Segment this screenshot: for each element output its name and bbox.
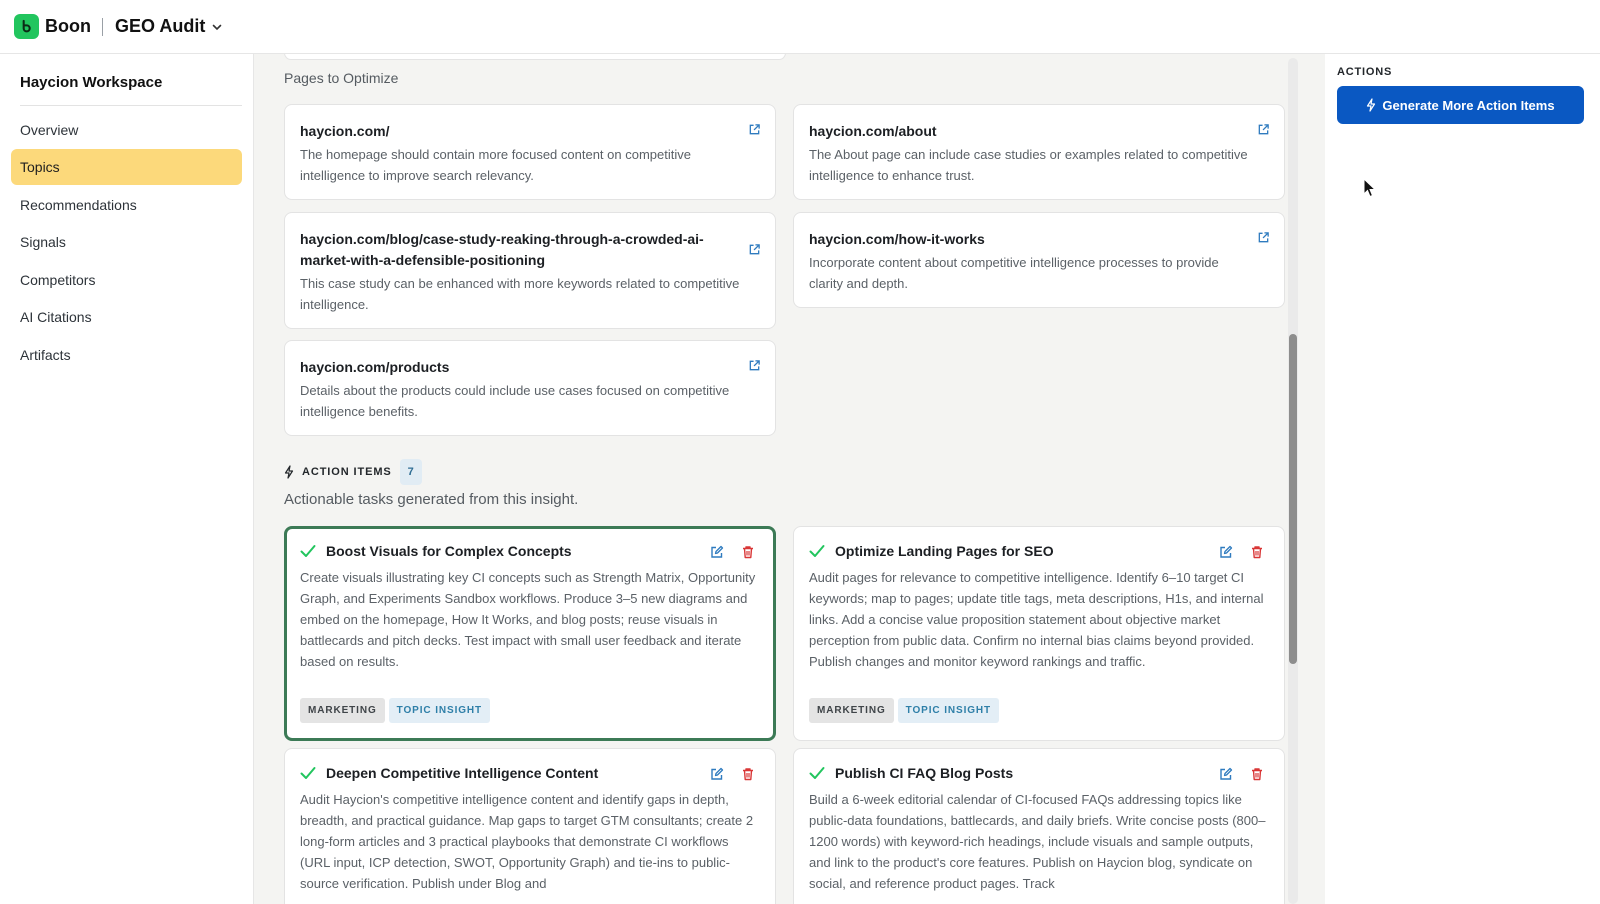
action-items-label: ACTION ITEMS	[302, 466, 392, 478]
page-url: haycion.com/blog/case-study-reaking-thro…	[300, 231, 704, 268]
page-card[interactable]: haycion.com/how-it-works Incorporate con…	[793, 212, 1285, 308]
lightning-icon	[284, 465, 294, 479]
action-description: Audit pages for relevance to competitive…	[809, 570, 1264, 669]
edit-icon[interactable]	[710, 767, 724, 781]
action-title: Deepen Competitive Intelligence Content	[326, 765, 599, 781]
external-link-icon[interactable]	[748, 243, 761, 256]
project-name: GEO Audit	[114, 16, 206, 36]
title-divider	[101, 17, 103, 36]
page-description: The homepage should contain more focused…	[300, 147, 691, 183]
action-card[interactable]: Boost Visuals for Complex Concepts Creat…	[284, 526, 776, 741]
mouse-cursor-icon	[1363, 178, 1377, 198]
check-icon	[300, 545, 316, 557]
page-url: haycion.com/	[300, 123, 390, 139]
edit-icon[interactable]	[1219, 545, 1233, 559]
tag-topic-insight: TOPIC INSIGHT	[897, 698, 1000, 723]
external-link-icon[interactable]	[1257, 123, 1270, 136]
page-card[interactable]: haycion.com/ The homepage should contain…	[284, 104, 776, 200]
sidebar: Haycion Workspace Overview Topics Recomm…	[0, 54, 254, 904]
trash-icon[interactable]	[1250, 767, 1264, 781]
page-url: haycion.com/products	[300, 359, 450, 375]
action-items-subtitle: Actionable tasks generated from this ins…	[284, 491, 579, 508]
sidebar-item-signals[interactable]: Signals	[11, 224, 242, 260]
sidebar-item-competitors[interactable]: Competitors	[11, 262, 242, 298]
generate-action-items-button[interactable]: Generate More Action Items	[1337, 86, 1584, 124]
pages-section-label: Pages to Optimize	[284, 70, 399, 86]
page-card[interactable]: haycion.com/blog/case-study-reaking-thro…	[284, 212, 776, 329]
trash-icon[interactable]	[1250, 545, 1264, 559]
sidebar-item-topics[interactable]: Topics	[11, 149, 242, 185]
edit-icon[interactable]	[1219, 767, 1233, 781]
page-description: Incorporate content about competitive in…	[809, 255, 1219, 291]
page-url: haycion.com/about	[809, 123, 937, 139]
external-link-icon[interactable]	[748, 123, 761, 136]
top-bar: Boon GEO Audit	[0, 0, 1600, 54]
sidebar-item-artifacts[interactable]: Artifacts	[11, 337, 242, 373]
action-card[interactable]: Publish CI FAQ Blog Posts Build a 6-week…	[793, 748, 1285, 904]
sidebar-item-ai-citations[interactable]: AI Citations	[11, 299, 242, 335]
tag-marketing: MARKETING	[809, 698, 894, 723]
chevron-down-icon	[213, 24, 222, 30]
action-description: Build a 6-week editorial calendar of CI-…	[809, 792, 1266, 891]
scrollbar-thumb[interactable]	[1289, 334, 1297, 664]
main-content: Pages to Optimize haycion.com/ The homep…	[254, 54, 1325, 904]
brand-name: Boon	[45, 16, 91, 36]
sidebar-item-recommendations[interactable]: Recommendations	[11, 187, 242, 223]
action-title: Boost Visuals for Complex Concepts	[326, 543, 572, 559]
action-items-count: 7	[399, 459, 422, 485]
trash-icon[interactable]	[741, 767, 755, 781]
sidebar-item-overview[interactable]: Overview	[11, 112, 242, 148]
tag-marketing: MARKETING	[300, 698, 385, 723]
action-tags: MARKETING TOPIC INSIGHT	[300, 698, 491, 723]
check-icon	[809, 545, 825, 557]
page-card[interactable]: haycion.com/about The About page can inc…	[793, 104, 1285, 200]
action-card[interactable]: Optimize Landing Pages for SEO Audit pag…	[793, 526, 1285, 741]
external-link-icon[interactable]	[748, 359, 761, 372]
external-link-icon[interactable]	[1257, 231, 1270, 244]
tag-topic-insight: TOPIC INSIGHT	[388, 698, 491, 723]
page-description: Details about the products could include…	[300, 383, 730, 419]
page-description: The About page can include case studies …	[809, 147, 1248, 183]
action-card[interactable]: Deepen Competitive Intelligence Content …	[284, 748, 776, 904]
edit-icon[interactable]	[710, 545, 724, 559]
action-description: Audit Haycion's competitive intelligence…	[300, 792, 754, 891]
lightning-icon	[1367, 98, 1376, 112]
sidebar-divider	[20, 105, 242, 106]
boon-logo-icon[interactable]	[14, 14, 39, 39]
check-icon	[300, 767, 316, 779]
action-tags: MARKETING TOPIC INSIGHT	[809, 698, 1000, 723]
action-title: Publish CI FAQ Blog Posts	[835, 765, 1014, 781]
generate-button-label: Generate More Action Items	[1382, 97, 1555, 113]
page-url: haycion.com/how-it-works	[809, 231, 985, 247]
actions-label: ACTIONS	[1337, 66, 1393, 78]
trash-icon[interactable]	[741, 545, 755, 559]
project-switcher[interactable]: GEO Audit	[115, 16, 223, 37]
action-title: Optimize Landing Pages for SEO	[835, 543, 1054, 559]
action-description: Create visuals illustrating key CI conce…	[300, 570, 756, 669]
page-card[interactable]: haycion.com/products Details about the p…	[284, 340, 776, 436]
action-items-header: ACTION ITEMS 7	[284, 459, 422, 485]
page-description: This case study can be enhanced with mor…	[300, 276, 740, 312]
workspace-title: Haycion Workspace	[20, 74, 163, 91]
check-icon	[809, 767, 825, 779]
card-fragment	[284, 54, 786, 60]
